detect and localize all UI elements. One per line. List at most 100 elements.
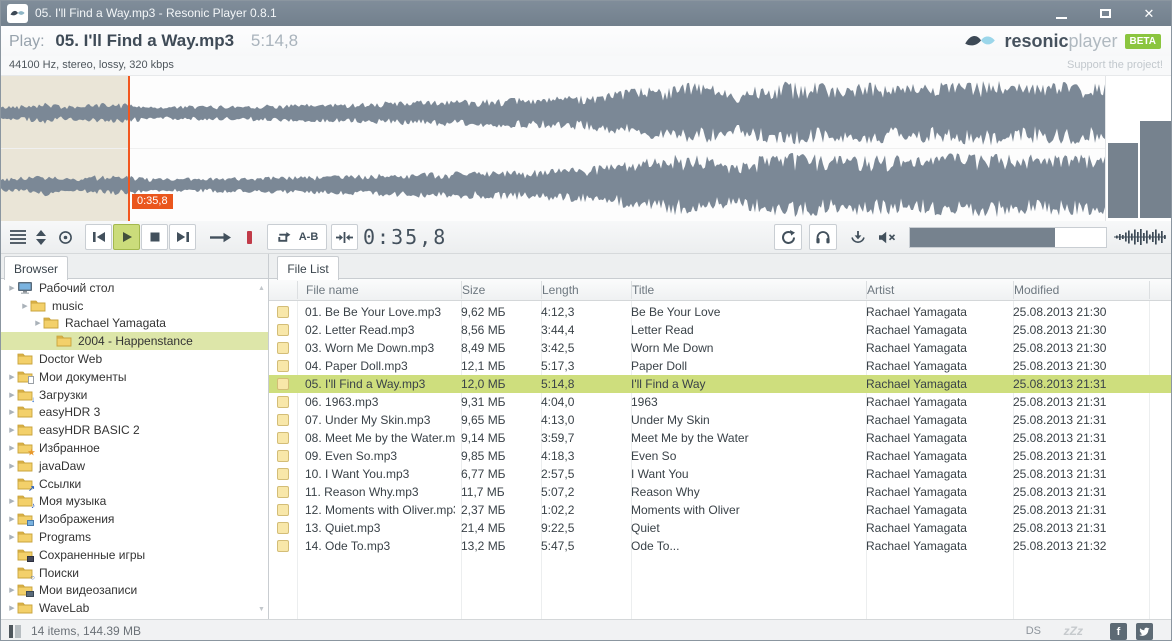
tree-item[interactable]: ▶Рабочий стол <box>1 279 268 297</box>
file-row[interactable]: 14. Ode To.mp313,2 МБ5:47,5Ode To...Rach… <box>269 537 1171 555</box>
tree-item[interactable]: ▶★Избранное <box>1 439 268 457</box>
file-row[interactable]: 13. Quiet.mp321,4 МБ9:22,5QuietRachael Y… <box>269 519 1171 537</box>
file-row[interactable]: 10. I Want You.mp36,77 МБ2:57,5I Want Yo… <box>269 465 1171 483</box>
seek-center-icon[interactable] <box>331 224 358 250</box>
audio-file-icon <box>277 414 289 426</box>
scroll-up-icon[interactable]: ▲ <box>255 285 268 292</box>
column-header[interactable]: Modified <box>1014 279 1059 301</box>
tree-item[interactable]: ▶Изображения <box>1 510 268 528</box>
cell-title: I Want You <box>631 465 862 483</box>
tree-item[interactable]: Сохраненные игры <box>1 546 268 564</box>
facebook-icon[interactable]: f <box>1110 623 1127 640</box>
scroll-down-icon[interactable]: ▼ <box>255 606 268 613</box>
download-icon[interactable] <box>844 224 872 250</box>
target-icon[interactable] <box>54 224 76 250</box>
cell-size: 9,62 МБ <box>461 303 537 321</box>
file-list-header[interactable]: File name Size Length Title Artist Modified <box>269 279 1171 301</box>
expand-arrow-icon[interactable]: ▶ <box>33 319 43 327</box>
expand-arrow-icon[interactable]: ▶ <box>7 604 17 612</box>
volume-slider[interactable] <box>909 227 1107 248</box>
file-row[interactable]: 05. I'll Find a Way.mp312,0 МБ5:14,8I'll… <box>269 375 1171 393</box>
file-row[interactable]: 08. Meet Me by the Water.mp39,14 МБ3:59,… <box>269 429 1171 447</box>
refresh-icon[interactable] <box>774 224 802 250</box>
file-row[interactable]: 03. Worn Me Down.mp38,49 МБ3:42,5Worn Me… <box>269 339 1171 357</box>
file-list-body: 01. Be Be Your Love.mp39,62 МБ4:12,3Be B… <box>269 301 1171 619</box>
expand-arrow-icon[interactable]: ▶ <box>7 444 17 452</box>
tree-item[interactable]: ▶WaveLab <box>1 599 268 617</box>
column-header[interactable]: Artist <box>867 279 894 301</box>
expand-arrow-icon[interactable]: ▶ <box>7 391 17 399</box>
stop-after-current-icon[interactable] <box>242 224 256 250</box>
file-row[interactable]: 12. Moments with Oliver.mp32,37 МБ1:02,2… <box>269 501 1171 519</box>
ab-repeat-button[interactable]: A-B <box>299 231 319 243</box>
waveform-display[interactable]: 0:35,8 <box>1 76 1105 221</box>
tree-scrollbar[interactable]: ▲ ▼ <box>255 279 268 619</box>
expand-arrow-icon[interactable]: ▶ <box>7 426 17 434</box>
previous-track-button[interactable] <box>85 224 112 250</box>
expand-arrow-icon[interactable]: ▶ <box>7 462 17 470</box>
minimize-button[interactable] <box>1039 1 1083 26</box>
column-header[interactable]: File name <box>306 279 359 301</box>
ds-indicator[interactable]: DS <box>1026 620 1041 641</box>
maximize-button[interactable] <box>1083 1 1127 26</box>
support-link[interactable]: Support the project! <box>1067 56 1163 75</box>
expand-arrow-icon[interactable]: ▶ <box>7 284 17 292</box>
sleep-indicator[interactable]: zZz <box>1064 620 1083 641</box>
sort-updown-icon[interactable] <box>32 224 50 250</box>
expand-arrow-icon[interactable]: ▶ <box>7 408 17 416</box>
tab-file-list[interactable]: File List <box>277 256 339 280</box>
loop-icon[interactable] <box>276 231 291 244</box>
titlebar[interactable]: 05. I'll Find a Way.mp3 - Resonic Player… <box>1 1 1171 26</box>
expand-arrow-icon[interactable]: ▶ <box>7 373 17 381</box>
tree-item[interactable]: ▶Rachael Yamagata <box>1 315 268 333</box>
headphones-icon[interactable] <box>809 224 837 250</box>
close-button[interactable]: ✕ <box>1127 1 1171 26</box>
column-header[interactable]: Length <box>542 279 579 301</box>
tree-item[interactable]: ▶javaDaw <box>1 457 268 475</box>
tree-item[interactable]: ▶music <box>1 297 268 315</box>
expand-arrow-icon[interactable]: ▶ <box>7 515 17 523</box>
cell-filename: 13. Quiet.mp3 <box>305 519 455 537</box>
cell-artist: Rachael Yamagata <box>866 537 1009 555</box>
expand-arrow-icon[interactable]: ▶ <box>7 586 17 594</box>
queue-list-icon[interactable] <box>7 224 29 250</box>
tree-item[interactable]: ▶↓Загрузки <box>1 386 268 404</box>
tree-item[interactable]: ▶easyHDR BASIC 2 <box>1 421 268 439</box>
file-row[interactable]: 07. Under My Skin.mp39,65 МБ4:13,0Under … <box>269 411 1171 429</box>
file-row[interactable]: 09. Even So.mp39,85 МБ4:18,3Even SoRacha… <box>269 447 1171 465</box>
tree-item[interactable]: ↗Ссылки <box>1 475 268 493</box>
expand-arrow-icon[interactable]: ▶ <box>7 497 17 505</box>
continue-arrow-icon[interactable] <box>204 224 236 250</box>
tree-item[interactable]: ▶Мои видеозаписи <box>1 582 268 600</box>
tree-item[interactable]: ▶easyHDR 3 <box>1 404 268 422</box>
expand-arrow-icon[interactable]: ▶ <box>7 533 17 541</box>
cell-size: 12,0 МБ <box>461 375 537 393</box>
brand-logo[interactable]: resonicplayer BETA <box>964 26 1161 56</box>
beta-badge: BETA <box>1125 34 1161 49</box>
cell-artist: Rachael Yamagata <box>866 519 1009 537</box>
tree-item[interactable]: ▶♪Моя музыка <box>1 493 268 511</box>
twitter-icon[interactable] <box>1136 623 1153 640</box>
mute-icon[interactable] <box>872 224 902 250</box>
tree-item[interactable]: ○Поиски <box>1 564 268 582</box>
expand-arrow-icon[interactable]: ▶ <box>20 302 30 310</box>
tab-browser[interactable]: Browser <box>4 256 68 280</box>
file-row[interactable]: 11. Reason Why.mp311,7 МБ5:07,2Reason Wh… <box>269 483 1171 501</box>
cell-artist: Rachael Yamagata <box>866 465 1009 483</box>
column-header[interactable]: Title <box>632 279 654 301</box>
tree-item[interactable]: Doctor Web <box>1 350 268 368</box>
stop-button[interactable] <box>141 224 168 250</box>
spectrum-icon[interactable] <box>1111 224 1169 250</box>
next-track-button[interactable] <box>169 224 196 250</box>
folder-icon <box>17 405 34 419</box>
play-button[interactable] <box>113 224 140 250</box>
tree-item[interactable]: 2004 - Happenstance <box>1 332 268 350</box>
file-row[interactable]: 02. Letter Read.mp38,56 МБ3:44,4Letter R… <box>269 321 1171 339</box>
file-row[interactable]: 06. 1963.mp39,31 МБ4:04,01963Rachael Yam… <box>269 393 1171 411</box>
playhead-cursor[interactable] <box>128 76 130 221</box>
file-row[interactable]: 04. Paper Doll.mp312,1 МБ5:17,3Paper Dol… <box>269 357 1171 375</box>
file-row[interactable]: 01. Be Be Your Love.mp39,62 МБ4:12,3Be B… <box>269 303 1171 321</box>
tree-item[interactable]: ▶Мои документы <box>1 368 268 386</box>
tree-item[interactable]: ▶Programs <box>1 528 268 546</box>
column-header[interactable]: Size <box>462 279 485 301</box>
